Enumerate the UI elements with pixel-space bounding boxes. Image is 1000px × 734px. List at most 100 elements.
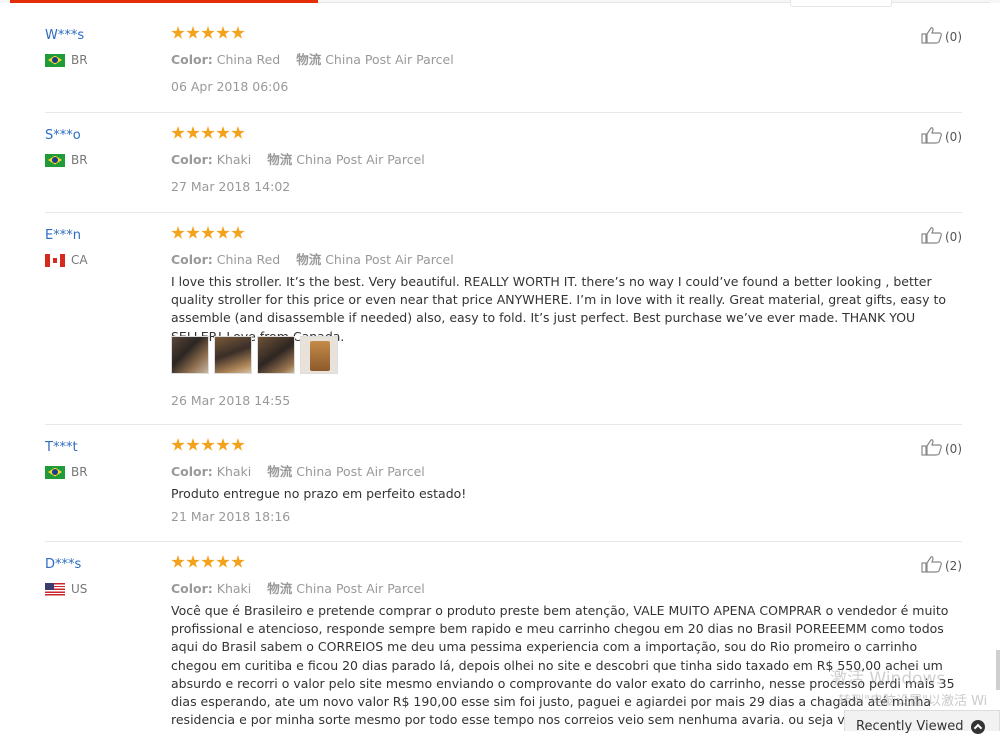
top-control[interactable] (790, 0, 892, 7)
thumbs-up-icon (921, 27, 942, 44)
star-icon (171, 126, 185, 139)
shipping-value: China Post Air Parcel (325, 252, 454, 267)
like-count: (2) (945, 559, 962, 573)
recently-viewed-panel[interactable]: Recently Viewed (844, 710, 1000, 734)
like-count: (0) (945, 442, 962, 456)
star-rating (171, 126, 245, 140)
star-icon (171, 226, 185, 239)
review-text: I love this stroller. It’s the best. Ver… (171, 274, 946, 344)
brazil-flag-icon (45, 465, 65, 479)
star-icon (231, 126, 245, 139)
helpful-button[interactable]: (0) (921, 26, 962, 44)
color-key: Color: (171, 252, 213, 267)
star-icon (186, 438, 200, 451)
order-info: Color: China Red 物流 China Post Air Parce… (171, 49, 454, 68)
helpful-button[interactable]: (0) (921, 226, 962, 244)
star-icon (171, 26, 185, 39)
like-count: (0) (945, 30, 962, 44)
review-photo-thumbnail[interactable] (300, 336, 338, 374)
country-code: BR (71, 153, 88, 167)
shipping-key: 物流 (296, 52, 322, 67)
review-photo-thumbnail[interactable] (171, 336, 209, 374)
star-icon (186, 26, 200, 39)
like-count: (0) (945, 130, 962, 144)
star-icon (216, 555, 230, 568)
shipping-value: China Post Air Parcel (296, 464, 425, 479)
color-key: Color: (171, 581, 213, 596)
windows-activation-hint: 转到"电脑设置"以激活 Wi (838, 694, 988, 709)
helpful-button[interactable]: (2) (921, 555, 962, 573)
order-info: Color: Khaki 物流 China Post Air Parcel (171, 149, 425, 168)
star-icon (231, 226, 245, 239)
star-rating (171, 226, 245, 240)
shipping-value: China Post Air Parcel (296, 581, 425, 596)
shipping-value: China Post Air Parcel (296, 152, 425, 167)
reviewer-country: US (45, 582, 87, 596)
star-icon (201, 126, 215, 139)
star-icon (171, 438, 185, 451)
star-icon (216, 26, 230, 39)
thumbs-up-icon (921, 439, 942, 456)
thumbs-up-icon (921, 556, 942, 573)
review-photos (171, 336, 338, 374)
review-item: E***n CA Color: China Red 物流 China Post … (45, 212, 962, 425)
review-item: D***s US Color: Khaki 物流 China Post Air … (45, 541, 962, 731)
shipping-key: 物流 (267, 581, 293, 596)
reviewer-country: BR (45, 153, 88, 167)
brazil-flag-icon (45, 153, 65, 167)
reviewer-name[interactable]: D***s (45, 557, 81, 572)
helpful-button[interactable]: (0) (921, 126, 962, 144)
reviewer-name[interactable]: T***t (45, 440, 78, 455)
star-icon (216, 226, 230, 239)
reviewer-name[interactable]: W***s (45, 28, 84, 43)
order-info: Color: Khaki 物流 China Post Air Parcel (171, 461, 425, 480)
thumbs-up-icon (921, 127, 942, 144)
star-icon (201, 26, 215, 39)
star-icon (231, 555, 245, 568)
canada-flag-icon (45, 253, 65, 267)
review-item: S***o BR Color: Khaki 物流 China Post Air … (45, 112, 962, 213)
star-icon (171, 555, 185, 568)
star-icon (216, 438, 230, 451)
star-icon (231, 26, 245, 39)
color-key: Color: (171, 152, 213, 167)
color-key: Color: (171, 464, 213, 479)
star-rating (171, 555, 245, 569)
like-count: (0) (945, 230, 962, 244)
thumbs-up-icon (921, 227, 942, 244)
country-code: CA (71, 253, 88, 267)
windows-activation-watermark: 激活 Windows (830, 669, 946, 689)
review-date: 06 Apr 2018 06:06 (171, 79, 289, 94)
review-date: 26 Mar 2018 14:55 (171, 393, 291, 408)
shipping-key: 物流 (267, 152, 293, 167)
helpful-button[interactable]: (0) (921, 438, 962, 456)
order-info: Color: Khaki 物流 China Post Air Parcel (171, 578, 425, 597)
star-icon (201, 226, 215, 239)
reviewer-country: BR (45, 465, 88, 479)
active-tab-indicator[interactable] (10, 0, 318, 3)
star-icon (186, 226, 200, 239)
review-photo-thumbnail[interactable] (214, 336, 252, 374)
shipping-value: China Post Air Parcel (325, 52, 454, 67)
review-item: T***t BR Color: Khaki 物流 China Post Air … (45, 424, 962, 542)
color-value: Khaki (216, 464, 252, 479)
scrollbar[interactable] (996, 650, 1000, 690)
shipping-key: 物流 (296, 252, 322, 267)
recently-viewed-label: Recently Viewed (856, 719, 964, 734)
star-icon (201, 438, 215, 451)
review-photo-thumbnail[interactable] (257, 336, 295, 374)
review-item: W***s BR Color: China Red 物流 China Post … (45, 12, 962, 113)
star-icon (186, 126, 200, 139)
reviewer-name[interactable]: S***o (45, 128, 81, 143)
color-value: China Red (216, 252, 281, 267)
chevron-up-icon[interactable] (971, 720, 985, 734)
star-rating (171, 26, 245, 40)
reviewer-name[interactable]: E***n (45, 228, 81, 243)
color-key: Color: (171, 52, 213, 67)
star-rating (171, 438, 245, 452)
review-date: 21 Mar 2018 18:16 (171, 509, 291, 524)
color-value: Khaki (216, 152, 252, 167)
country-code: US (71, 582, 88, 596)
star-icon (186, 555, 200, 568)
reviewer-country: BR (45, 53, 88, 67)
